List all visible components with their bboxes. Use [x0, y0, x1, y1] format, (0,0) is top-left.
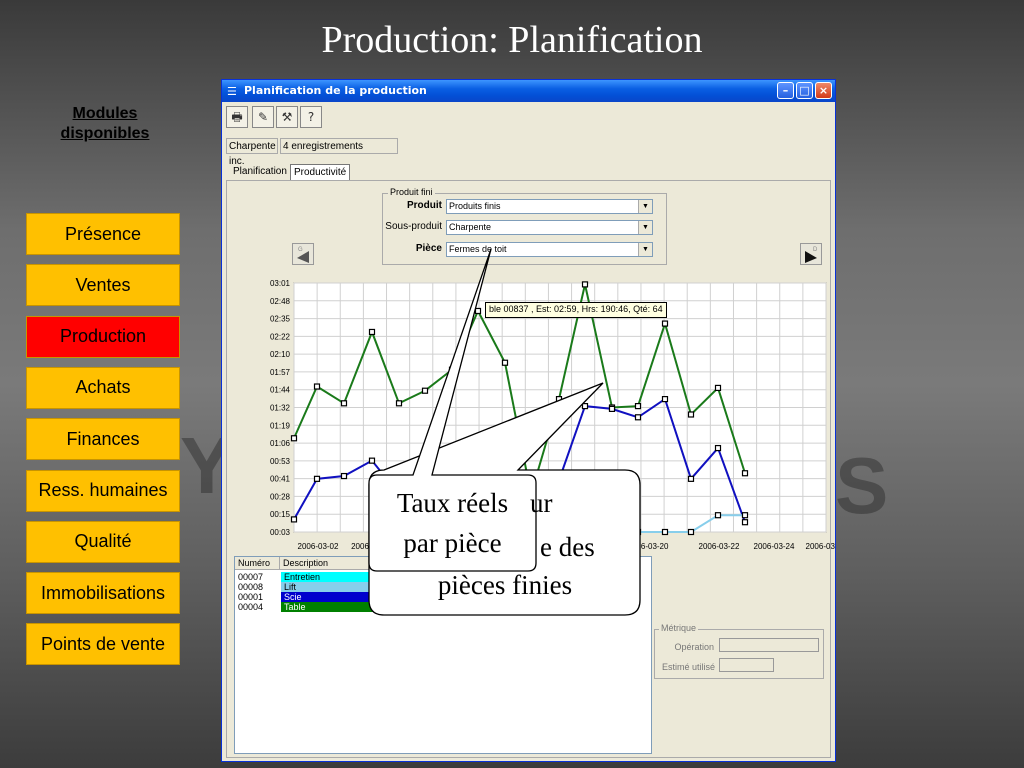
- callout-2-line-1: ur: [530, 488, 553, 518]
- callouts-layer: [368, 248, 641, 616]
- callout-bubble-front: [368, 248, 537, 572]
- callout-2-line-3: pièces finies: [437, 570, 573, 600]
- callout-1-line-2: par pièce: [403, 528, 502, 558]
- callout-1-line-1: Taux réels: [396, 488, 509, 518]
- callout-2-line-2: e des: [540, 532, 595, 562]
